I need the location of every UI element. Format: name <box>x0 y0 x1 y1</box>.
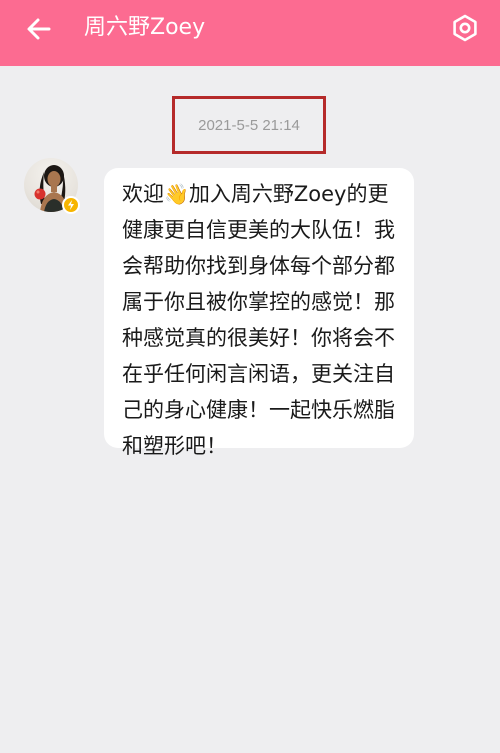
hexagon-settings-icon <box>453 14 477 42</box>
lightning-badge-icon <box>68 200 74 210</box>
message-bubble[interactable]: 欢迎👋加入周六野Zoey的更健康更自信更美的大队伍！我会帮助你找到身体每个部分都… <box>104 168 414 458</box>
waving-hand-icon: 👋 <box>164 182 189 206</box>
message-text-start: 欢迎 <box>122 182 164 206</box>
timestamp-highlight: 2021-5-5 21:14 <box>172 96 326 154</box>
back-button[interactable] <box>22 12 56 46</box>
top-app-bar: 周六野Zoey <box>0 0 500 66</box>
message-text-rest: 加入周六野Zoey的更健康更自信更美的大队伍！我会帮助你找到身体每个部分都属于你… <box>122 182 395 458</box>
chat-title: 周六野Zoey <box>84 15 206 40</box>
sender-avatar[interactable] <box>24 158 80 214</box>
verified-badge <box>62 196 80 214</box>
arrow-left-icon <box>27 18 51 40</box>
message-text: 欢迎👋加入周六野Zoey的更健康更自信更美的大队伍！我会帮助你找到身体每个部分都… <box>122 176 400 464</box>
settings-button[interactable] <box>448 11 482 45</box>
message-timestamp: 2021-5-5 21:14 <box>198 116 300 134</box>
